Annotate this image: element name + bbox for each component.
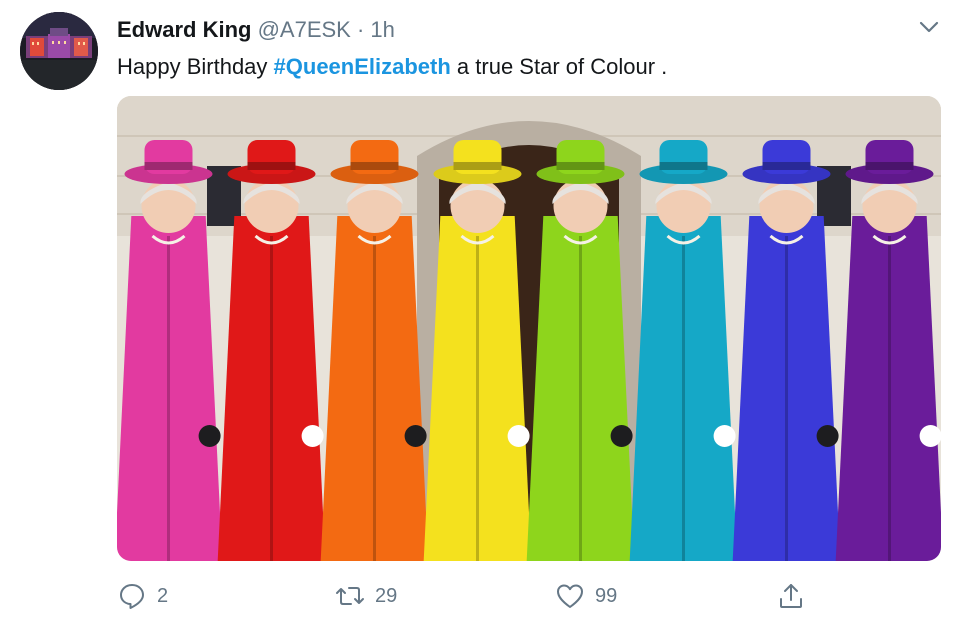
- heart-icon: [557, 584, 583, 608]
- share-icon: [780, 584, 802, 608]
- tweet-actions: 2 29 99: [0, 576, 962, 616]
- figure-glove: [816, 425, 839, 447]
- reply-count: 2: [157, 584, 169, 607]
- retweet-count: 29: [375, 584, 398, 607]
- figure-hat-band: [453, 162, 502, 170]
- separator-dot: ·: [356, 17, 365, 42]
- figure-hat-band: [762, 162, 811, 170]
- tweet-header: Edward King @A7ESK · 1h: [117, 16, 395, 44]
- share-button[interactable]: [776, 580, 806, 612]
- like-button[interactable]: 99: [555, 580, 617, 612]
- reply-button[interactable]: 2: [117, 580, 168, 612]
- figure-glove: [301, 425, 324, 447]
- figure-hat-band: [556, 162, 605, 170]
- user-handle[interactable]: @A7ESK: [258, 17, 351, 42]
- figure-glove: [404, 425, 427, 447]
- tweet-text: Happy Birthday #QueenElizabeth a true St…: [117, 53, 667, 81]
- figure-glove: [919, 425, 941, 447]
- chevron-down-icon[interactable]: [916, 14, 942, 40]
- figure-hat-band: [659, 162, 708, 170]
- reply-icon: [120, 584, 144, 609]
- like-count: 99: [595, 584, 618, 607]
- retweet-button[interactable]: 29: [335, 580, 397, 612]
- retweet-icon: [336, 587, 364, 605]
- tweet-text-end: a true Star of Colour .: [450, 54, 668, 79]
- avatar[interactable]: [20, 12, 98, 90]
- tweet-photo[interactable]: [117, 96, 941, 561]
- figure-hat-band: [350, 162, 399, 170]
- figure-glove: [507, 425, 530, 447]
- hashtag-link[interactable]: #QueenElizabeth: [274, 54, 451, 79]
- tweet[interactable]: Edward King @A7ESK · 1h Happy Birthday #…: [0, 0, 962, 618]
- figure-hat-band: [247, 162, 296, 170]
- figure-hat-band: [865, 162, 914, 170]
- figure-glove: [610, 425, 633, 447]
- display-name[interactable]: Edward King: [117, 17, 251, 42]
- figure-hat-band: [144, 162, 193, 170]
- figure-glove: [198, 425, 221, 447]
- figure-glove: [713, 425, 736, 447]
- timestamp[interactable]: 1h: [370, 17, 394, 42]
- tweet-text-start: Happy Birthday: [117, 54, 274, 79]
